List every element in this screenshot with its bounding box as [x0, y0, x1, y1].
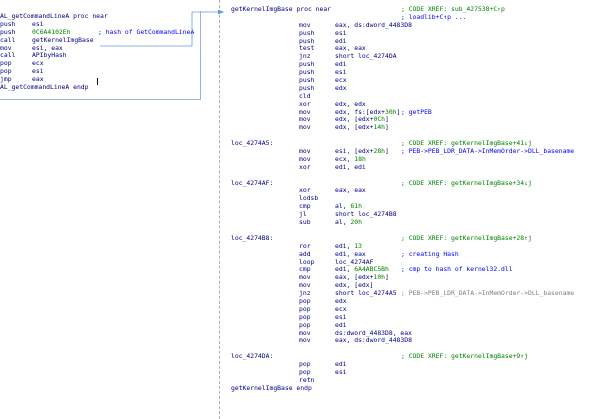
xref-arrow [100, 9, 224, 47]
xref-arrow-line [100, 11, 218, 47]
xref-arrow-head [218, 9, 224, 15]
text-cursor [97, 78, 98, 85]
